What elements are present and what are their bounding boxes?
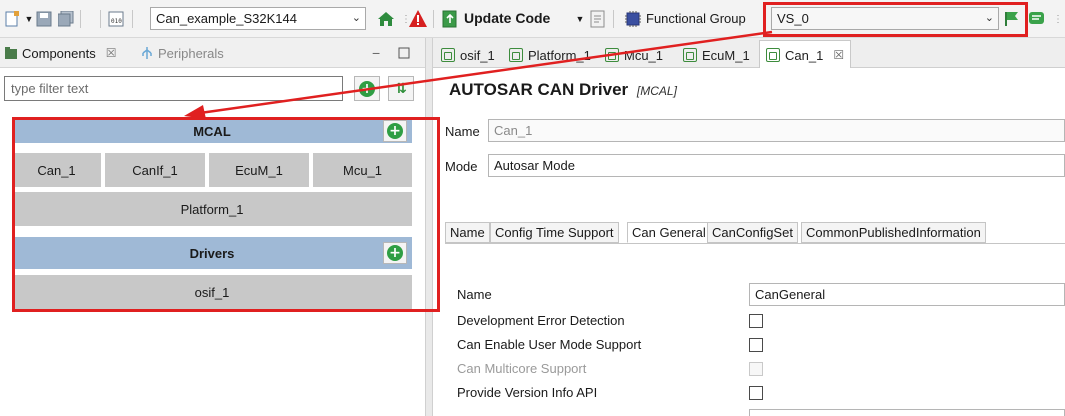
save-all-icon[interactable] — [58, 11, 74, 27]
subtab-name[interactable]: Name — [445, 222, 490, 243]
subtab-label: Can General — [632, 225, 706, 240]
annotation-box-components — [12, 117, 440, 312]
subtab-label: Config Time Support — [495, 225, 614, 240]
editor-tab-osif-1[interactable]: osif_1 — [441, 42, 495, 68]
editor-tab-mcu-1[interactable]: Mcu_1 — [605, 42, 663, 68]
subtab-config-time-support[interactable]: Config Time Support — [490, 222, 619, 243]
version-info-api-label: Provide Version Info API — [457, 385, 598, 400]
config-file-icon — [509, 48, 523, 62]
name-label: Name — [445, 124, 480, 139]
tab-components-label: Components — [22, 45, 96, 61]
save-icon[interactable] — [36, 11, 52, 27]
annotation-box-functional-group — [763, 2, 1028, 37]
user-mode-support-label: Can Enable User Mode Support — [457, 337, 642, 352]
mode-select[interactable]: Autosar Mode — [488, 154, 1065, 177]
config-file-icon — [605, 48, 619, 62]
page-title: AUTOSAR CAN Driver [MCAL] — [449, 80, 677, 100]
maximize-icon[interactable] — [398, 38, 410, 68]
editor-tab-label: Mcu_1 — [624, 47, 664, 63]
config-file-icon — [766, 48, 780, 62]
config-file-icon — [683, 48, 697, 62]
multicore-support-checkbox — [749, 362, 763, 376]
tab-components[interactable]: Components ☒ — [4, 38, 116, 68]
new-config-icon[interactable] — [4, 11, 20, 27]
version-info-api-checkbox[interactable] — [749, 386, 763, 400]
multicore-support-label: Can Multicore Support — [457, 361, 587, 376]
add-icon: + — [359, 80, 375, 97]
binary-icon[interactable]: 010 — [108, 11, 124, 27]
next-field-partial[interactable] — [749, 409, 1065, 416]
page-title-tag: [MCAL] — [636, 84, 677, 98]
subtab-label: CommonPublishedInformation — [806, 225, 981, 240]
dev-error-detection-checkbox[interactable] — [749, 314, 763, 328]
editor-tab-label: osif_1 — [460, 47, 495, 63]
subtab-label: Name — [450, 225, 485, 240]
subtab-can-general[interactable]: Can General — [627, 222, 711, 243]
update-code-button[interactable]: Update Code — [464, 10, 550, 26]
home-icon[interactable] — [377, 10, 395, 28]
dev-error-detection-label: Development Error Detection — [457, 313, 625, 328]
components-icon — [5, 47, 17, 59]
svg-text:010: 010 — [111, 18, 122, 25]
editor-tab-ecum-1[interactable]: EcuM_1 — [683, 42, 750, 68]
add-component-button[interactable]: + — [354, 76, 380, 101]
editor-tab-label: Platform_1 — [528, 47, 591, 63]
minimize-icon[interactable]: − — [372, 38, 380, 68]
tab-peripherals-label: Peripherals — [158, 45, 224, 61]
sort-icon: ⇅ — [395, 80, 407, 97]
update-code-icon[interactable] — [442, 10, 458, 28]
general-name-label: Name — [457, 287, 492, 302]
filter-input[interactable] — [4, 76, 343, 101]
chevron-down-icon[interactable]: ⌄ — [352, 11, 361, 24]
user-mode-support-checkbox[interactable] — [749, 338, 763, 352]
editor-tab-can-1[interactable]: Can_1 ☒ — [759, 40, 852, 69]
config-file-icon — [441, 48, 455, 62]
more-icon[interactable]: ⋮ — [1050, 11, 1065, 27]
subtab-label: CanConfigSet — [712, 225, 793, 240]
message-icon[interactable] — [1028, 10, 1046, 28]
sort-button[interactable]: ⇅ — [388, 76, 414, 101]
project-select[interactable]: Can_example_S32K144 ⌄ — [150, 7, 366, 30]
editor-tab-label: EcuM_1 — [702, 47, 750, 63]
editor-tab-label: Can_1 — [785, 47, 824, 63]
project-select-value: Can_example_S32K144 — [156, 11, 297, 26]
peripherals-icon — [142, 47, 152, 59]
document-icon[interactable] — [590, 10, 606, 28]
general-name-value: CanGeneral — [755, 287, 826, 302]
page-title-text: AUTOSAR CAN Driver — [449, 80, 629, 99]
left-view-tabbar: Components ☒ Peripherals − — [0, 38, 425, 68]
subtab-common-published-information[interactable]: CommonPublishedInformation — [801, 222, 986, 243]
chevron-down-icon[interactable]: ▼ — [21, 11, 37, 27]
subtab-canconfigset[interactable]: CanConfigSet — [707, 222, 798, 243]
general-name-field[interactable]: CanGeneral — [749, 283, 1065, 306]
chip-icon[interactable] — [624, 10, 642, 28]
name-field: Can_1 — [488, 119, 1065, 142]
tab-peripherals[interactable]: Peripherals — [140, 38, 224, 68]
close-icon[interactable]: ☒ — [833, 48, 844, 62]
chevron-down-icon[interactable]: ▼ — [572, 11, 588, 27]
mode-label: Mode — [445, 159, 478, 174]
functional-group-label: Functional Group — [646, 11, 746, 26]
name-field-value: Can_1 — [494, 123, 533, 138]
close-icon[interactable]: ☒ — [106, 46, 117, 60]
editor-tab-platform-1[interactable]: Platform_1 — [509, 42, 591, 68]
subtab-divider — [445, 243, 1065, 244]
mode-select-value: Autosar Mode — [494, 158, 575, 173]
warning-icon[interactable] — [408, 9, 428, 29]
can-driver-editor: AUTOSAR CAN Driver [MCAL] Name Can_1 Mod… — [433, 68, 1065, 416]
editor-tabbar: osif_1 Platform_1 Mcu_1 EcuM_1 Can_1 ☒ — [433, 38, 1065, 69]
